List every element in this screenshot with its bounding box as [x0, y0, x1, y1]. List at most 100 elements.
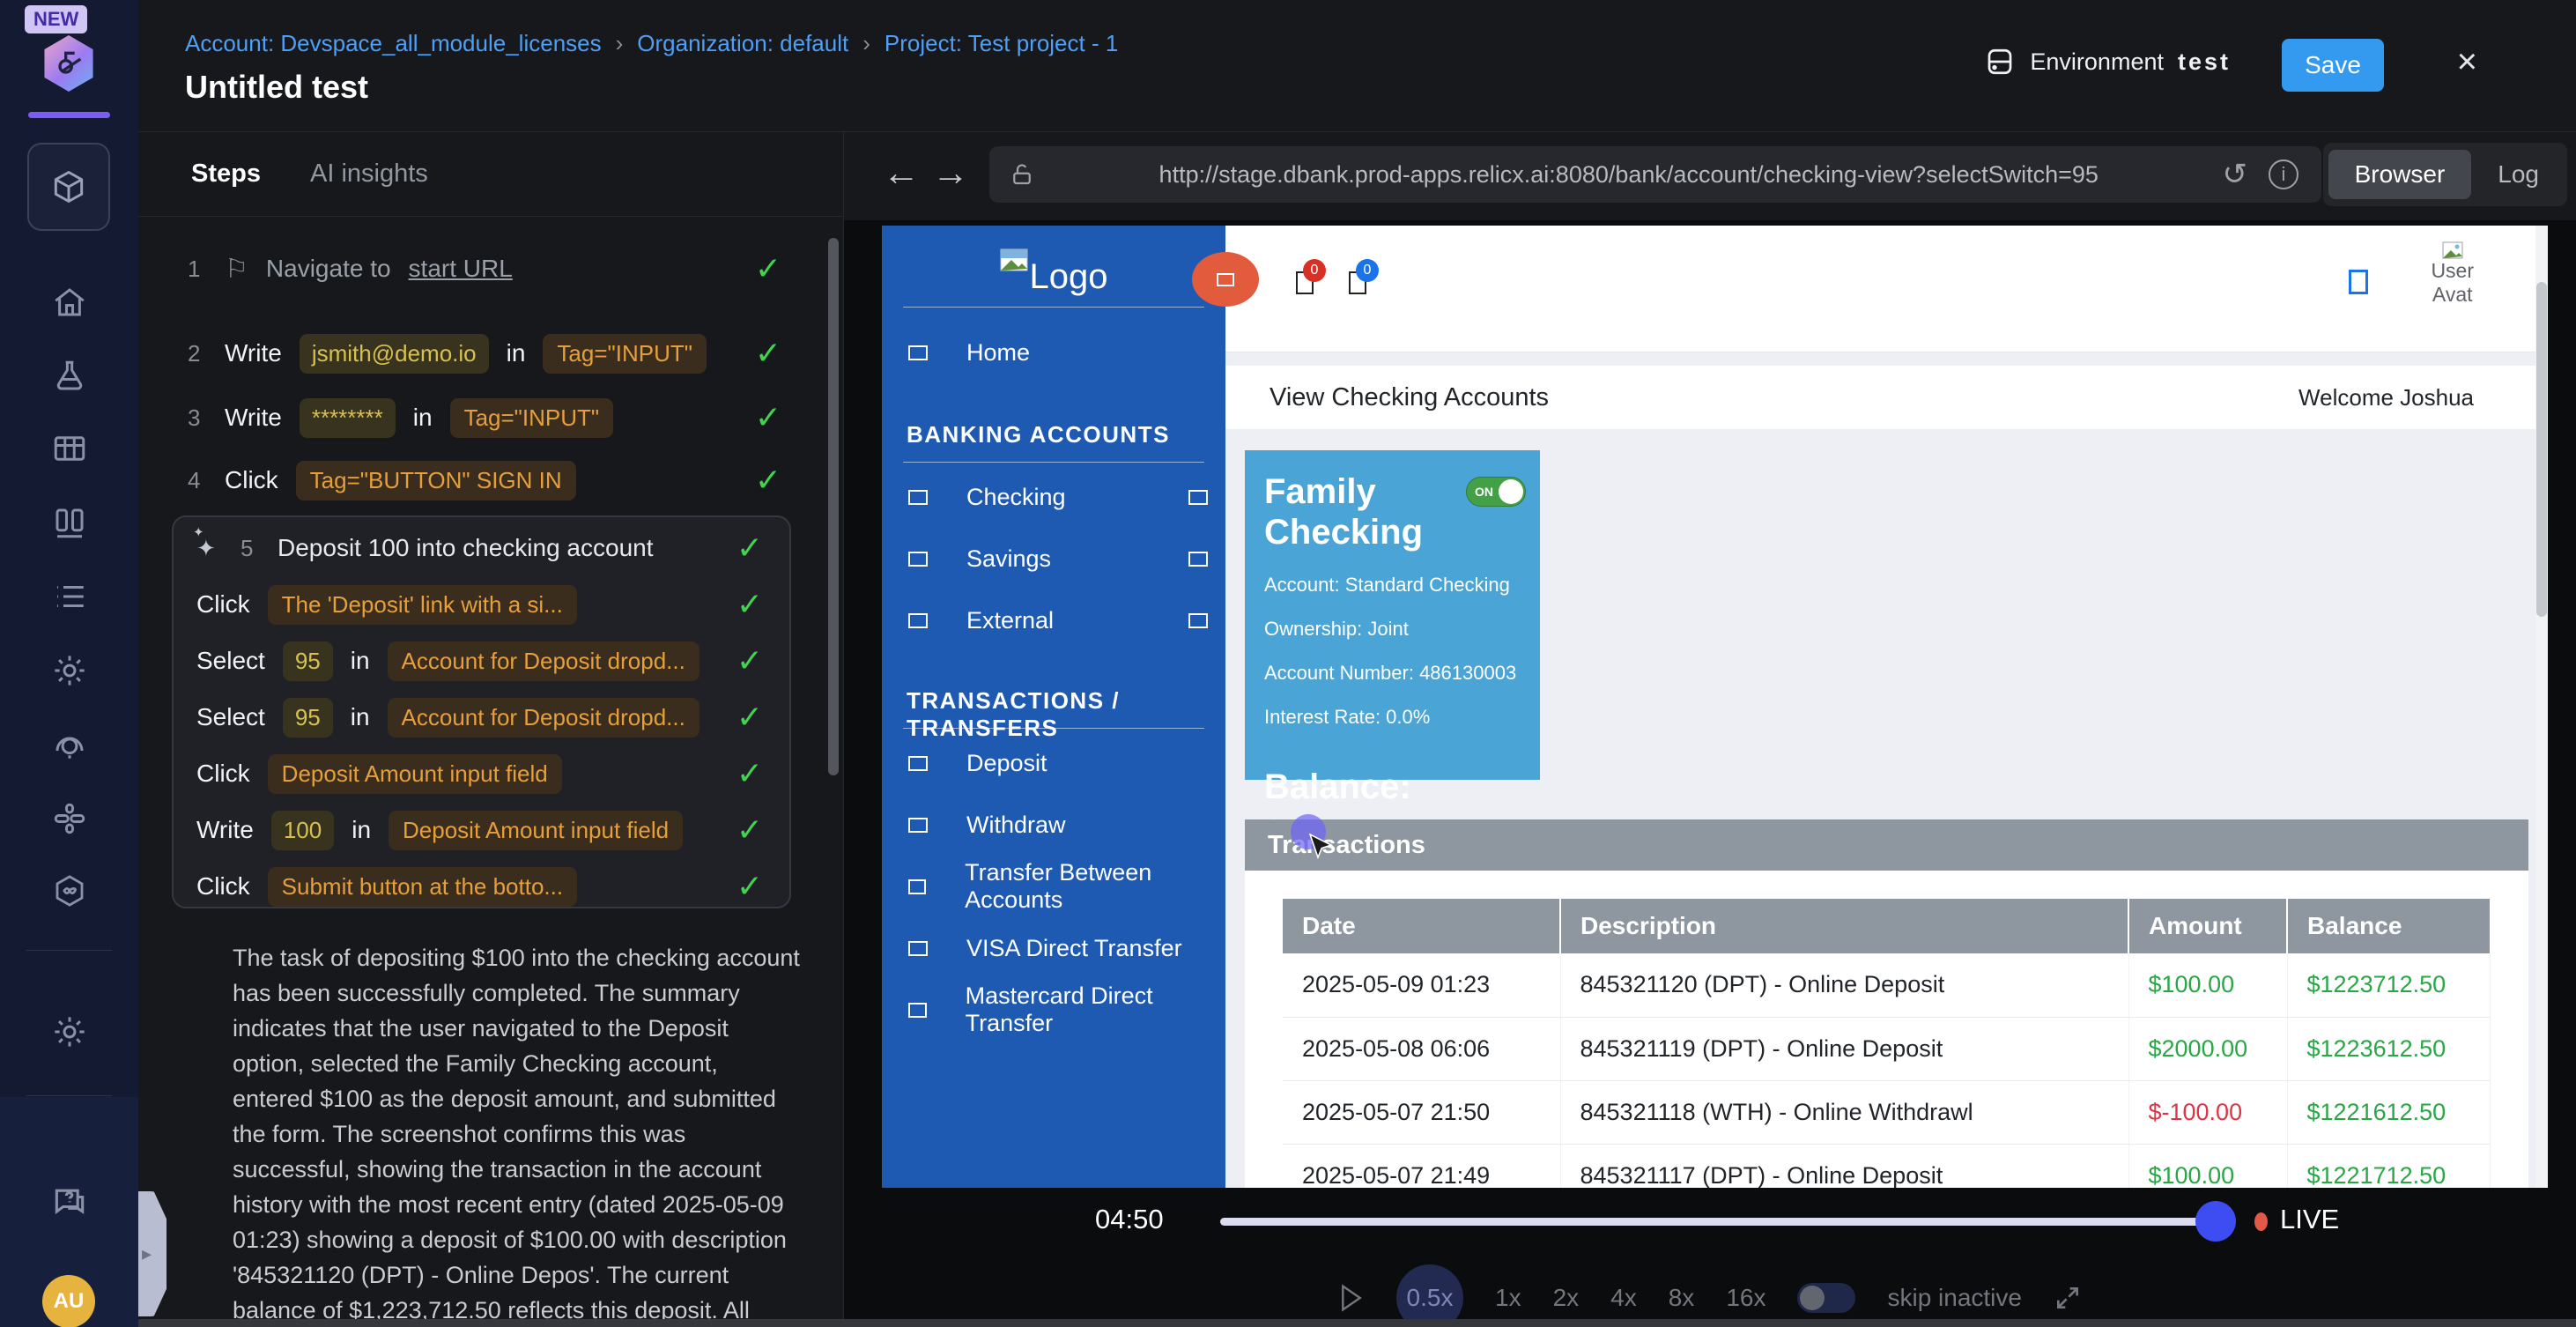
url-text[interactable]: http://stage.dbank.prod-apps.relicx.ai:8…: [1035, 161, 2223, 189]
bank-nav-savings[interactable]: Savings: [882, 539, 1225, 578]
cell-balance: $1221612.50: [2287, 1080, 2490, 1144]
page-title: Untitled test: [185, 69, 368, 106]
user-avatar[interactable]: AU: [42, 1275, 95, 1327]
table-row: 2025-05-09 01:23 845321120 (DPT) - Onlin…: [1283, 953, 2490, 1017]
breadcrumb-account[interactable]: Account: Devspace_all_module_licenses: [185, 30, 602, 57]
tab-steps[interactable]: Steps: [191, 159, 261, 189]
skip-inactive-toggle[interactable]: [1797, 1283, 1855, 1313]
scrollbar-thumb[interactable]: [2536, 282, 2547, 617]
sidebar-item-cicd[interactable]: [0, 872, 138, 909]
breadcrumb-separator: ›: [616, 30, 624, 57]
environment-value[interactable]: test: [2178, 48, 2231, 76]
sidebar-item-list[interactable]: [0, 578, 138, 615]
step-group-header[interactable]: ✦✦ 5 Deposit 100 into checking account ✓: [196, 528, 763, 568]
notification-icon[interactable]: 0: [1296, 271, 1314, 294]
save-button[interactable]: Save: [2282, 39, 2384, 92]
playback-slider[interactable]: [1220, 1218, 2233, 1226]
step-row-1[interactable]: 1 ⚐ Navigate to start URL ✓: [188, 248, 781, 290]
bank-nav-external[interactable]: External: [882, 601, 1225, 640]
infinity-hexagon-icon: [51, 872, 88, 909]
sidebar-item-suites[interactable]: [0, 430, 138, 467]
substep-row-2[interactable]: Select 95 in Account for Deposit dropd..…: [196, 641, 763, 681]
message-icon[interactable]: 0: [1349, 271, 1366, 294]
sidebar-item-home[interactable]: [0, 284, 138, 321]
recording-indicator: [1192, 252, 1259, 307]
bank-nav-deposit[interactable]: Deposit: [882, 744, 1225, 782]
play-icon[interactable]: [1338, 1283, 1365, 1313]
substep-value-chip: 95: [283, 641, 333, 681]
reload-icon[interactable]: ↺: [2223, 157, 2248, 192]
substep-row-3[interactable]: Select 95 in Account for Deposit dropd..…: [196, 697, 763, 738]
panel-collapse-handle[interactable]: ▸: [138, 1191, 167, 1316]
substep-row-6[interactable]: Click Submit button at the botto... ✓: [196, 866, 763, 907]
broken-image-icon: [1000, 248, 1028, 271]
steps-scrollbar-thumb[interactable]: [828, 238, 839, 775]
user-avatar-broken[interactable]: User Avat: [2431, 241, 2474, 307]
transactions-header-bar: Transactions: [1245, 819, 2528, 871]
header-broken-image-icon[interactable]: [2349, 270, 2368, 294]
fullscreen-icon[interactable]: [2054, 1284, 2082, 1312]
bank-nav-checking[interactable]: Checking: [882, 478, 1225, 516]
substep-value-chip: 100: [271, 811, 334, 850]
close-icon[interactable]: ×: [2457, 42, 2477, 82]
cube-icon: [49, 167, 88, 206]
start-url-link[interactable]: start URL: [409, 255, 513, 283]
playback-slider-thumb[interactable]: [2195, 1201, 2236, 1242]
account-ownership: Ownership: Joint: [1264, 618, 1521, 641]
sidebar-item-settings[interactable]: [0, 652, 138, 689]
url-bar[interactable]: http://stage.dbank.prod-apps.relicx.ai:8…: [989, 146, 2321, 203]
speed-2x[interactable]: 2x: [1553, 1284, 1580, 1312]
step-success-check-icon: ✓: [755, 462, 781, 499]
account-toggle[interactable]: ON: [1466, 477, 1526, 507]
step-number: 5: [241, 535, 260, 562]
bank-nav-transfer[interactable]: Transfer Between Accounts: [882, 867, 1225, 906]
speed-0-5x[interactable]: 0.5x: [1396, 1264, 1463, 1327]
substep-row-5[interactable]: Write 100 in Deposit Amount input field …: [196, 810, 763, 850]
browser-back-icon[interactable]: ←: [883, 152, 920, 194]
bank-nav-withdraw[interactable]: Withdraw: [882, 805, 1225, 844]
step-row-2[interactable]: 2 Write jsmith@demo.io in Tag="INPUT" ✓: [188, 332, 781, 374]
cell-date: 2025-05-08 06:06: [1283, 1017, 1560, 1080]
cell-desc: 845321119 (DPT) - Online Deposit: [1560, 1017, 2128, 1080]
sidebar-item-inspect[interactable]: [0, 726, 138, 763]
breadcrumb-organization[interactable]: Organization: default: [637, 30, 848, 57]
step-row-4[interactable]: 4 Click Tag="BUTTON" SIGN IN ✓: [188, 459, 781, 501]
substep-selector-chip: Account for Deposit dropd...: [388, 698, 700, 738]
sidebar-item-runs[interactable]: [0, 504, 138, 541]
breadcrumb-project[interactable]: Project: Test project - 1: [885, 30, 1118, 57]
sidebar-item-lab[interactable]: [0, 358, 138, 395]
browser-forward-icon[interactable]: →: [932, 152, 969, 194]
app-logo-icon[interactable]: [41, 35, 97, 92]
step-group-card[interactable]: ✦✦ 5 Deposit 100 into checking account ✓…: [172, 515, 791, 908]
sidebar-accent-rule: [28, 112, 110, 118]
cell-desc: 845321120 (DPT) - Online Deposit: [1560, 953, 2128, 1017]
bank-nav-mastercard[interactable]: Mastercard Direct Transfer: [882, 990, 1225, 1029]
broken-image-icon: [908, 879, 926, 894]
sidebar-item-help[interactable]: [0, 1182, 138, 1221]
step-row-3[interactable]: 3 Write ******** in Tag="INPUT" ✓: [188, 397, 781, 439]
bank-nav-visa[interactable]: VISA Direct Transfer: [882, 929, 1225, 967]
bottom-scrollbar[interactable]: [138, 1319, 2576, 1327]
info-icon[interactable]: i: [2269, 159, 2298, 189]
cell-amount: $100.00: [2128, 953, 2287, 1017]
step-success-check-icon: ✓: [737, 586, 763, 623]
speed-16x[interactable]: 16x: [1726, 1284, 1765, 1312]
sidebar-item-slack[interactable]: [0, 800, 138, 837]
step-selector-chip: Tag="BUTTON" SIGN IN: [296, 461, 576, 500]
speed-4x[interactable]: 4x: [1610, 1284, 1637, 1312]
sidebar-item-admin-settings[interactable]: [0, 1013, 138, 1050]
substep-row-4[interactable]: Click Deposit Amount input field ✓: [196, 753, 763, 794]
speed-1x[interactable]: 1x: [1495, 1284, 1521, 1312]
speed-8x[interactable]: 8x: [1669, 1284, 1695, 1312]
bank-nav-home[interactable]: Home: [882, 333, 1225, 372]
substep-row-1[interactable]: Click The 'Deposit' link with a si... ✓: [196, 584, 763, 625]
bank-logo[interactable]: Logo: [882, 248, 1225, 297]
tab-ai-insights[interactable]: AI insights: [310, 159, 428, 189]
sidebar-item-tests-active[interactable]: [27, 143, 110, 231]
substep-action: Write: [196, 816, 254, 844]
tab-browser[interactable]: Browser: [2328, 150, 2472, 199]
bank-page-scrollbar[interactable]: [2535, 226, 2548, 1188]
sidebar-divider: [26, 1095, 112, 1096]
toggle-knob: [1499, 479, 1523, 504]
tab-log[interactable]: Log: [2475, 150, 2562, 199]
